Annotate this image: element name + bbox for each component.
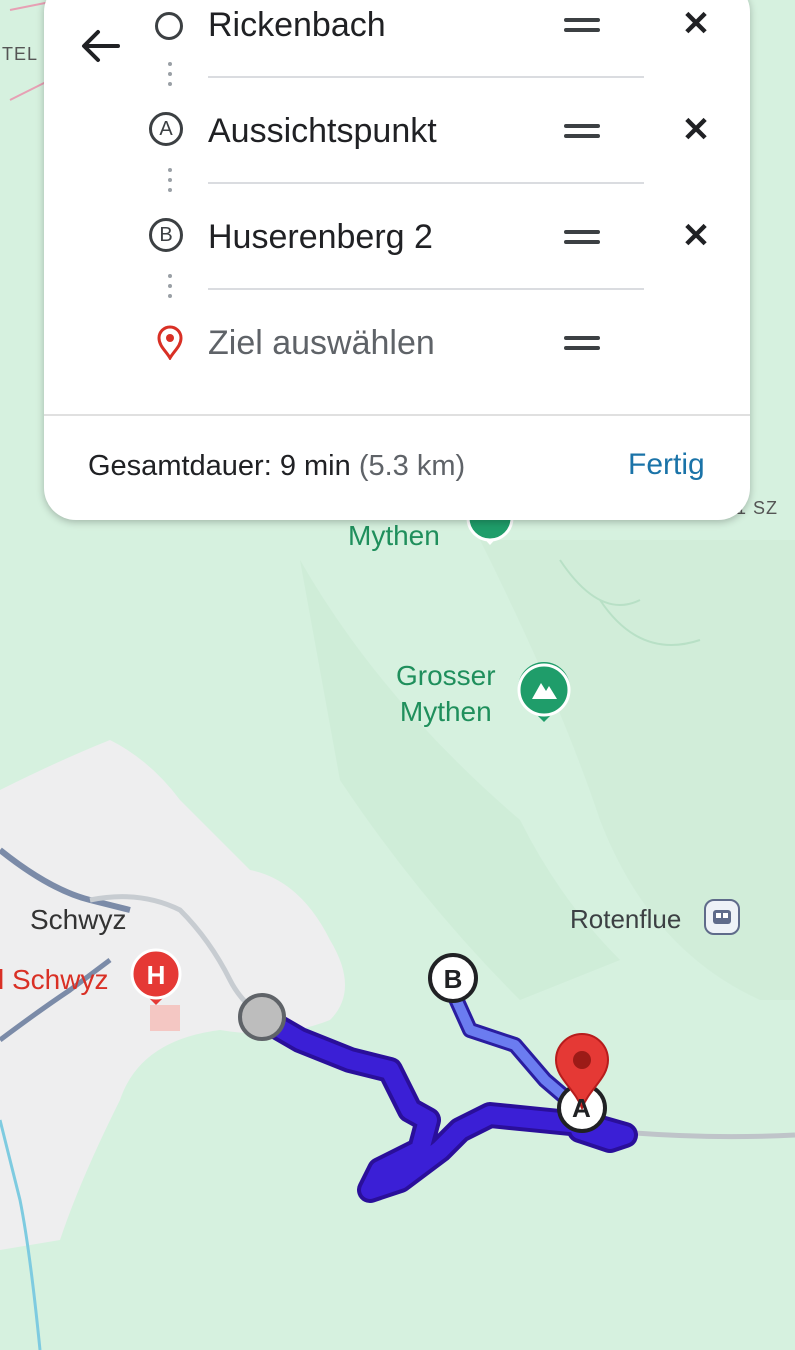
waypoint-b-icon: B: [149, 218, 183, 252]
map-label-hospital[interactable]: l Schwyz: [0, 964, 108, 996]
waypoint-a-icon: A: [149, 112, 183, 146]
route-start-marker: [238, 993, 286, 1041]
total-label: Gesamtdauer:: [88, 450, 272, 482]
route-stop-row[interactable]: Rickenbach ✕: [44, 0, 750, 106]
total-time: 9 min: [279, 450, 351, 482]
route-stop-input[interactable]: Aussichtspunkt: [208, 112, 437, 151]
drag-handle-icon[interactable]: [564, 18, 600, 32]
total-duration: Gesamtdauer: 9 min (5.3 km): [88, 450, 465, 483]
divider: [208, 182, 644, 184]
drag-handle-icon[interactable]: [564, 336, 600, 350]
footer-divider: [44, 414, 750, 416]
map-label-edge: TEL: [2, 44, 39, 64]
cable-car-icon: [704, 899, 740, 935]
destination-input[interactable]: Ziel auswählen: [208, 324, 435, 363]
destination-row[interactable]: Ziel auswählen: [44, 318, 750, 424]
route-connector-dots: [168, 168, 172, 198]
total-distance: (5.3 km): [358, 450, 466, 482]
hospital-grounds: [150, 1005, 180, 1031]
remove-stop-icon[interactable]: ✕: [676, 110, 716, 150]
map-label-line: Grosser: [396, 660, 496, 691]
route-panel: Rickenbach ✕ A Aussichtspunkt ✕ B Husere…: [44, 0, 750, 520]
waypoint-a-letter: A: [572, 1093, 591, 1123]
map-label-line: Mythen: [399, 696, 492, 727]
map-label-rotenflue[interactable]: Rotenflue: [570, 904, 681, 935]
route-stop-input[interactable]: Huserenberg 2: [208, 218, 433, 257]
hospital-letter: H: [147, 960, 166, 990]
route-connector-dots: [168, 62, 172, 92]
start-circle-icon: [155, 12, 183, 40]
route-stop-input[interactable]: Rickenbach: [208, 6, 386, 45]
done-button[interactable]: Fertig: [628, 448, 705, 482]
remove-stop-icon[interactable]: ✕: [676, 4, 716, 44]
remove-stop-icon[interactable]: ✕: [676, 216, 716, 256]
drag-handle-icon[interactable]: [564, 230, 600, 244]
route-stop-row[interactable]: B Huserenberg 2 ✕: [44, 212, 750, 318]
route-stop-row[interactable]: A Aussichtspunkt ✕: [44, 106, 750, 212]
divider: [208, 76, 644, 78]
route-connector-dots: [168, 274, 172, 304]
drag-handle-icon[interactable]: [564, 124, 600, 138]
map-label-mythen[interactable]: Mythen: [348, 518, 440, 554]
waypoint-b-letter: B: [444, 964, 463, 994]
map-label-schwyz[interactable]: Schwyz: [30, 904, 126, 936]
map-label-grosser-mythen[interactable]: Grosser Mythen: [396, 658, 496, 730]
divider: [208, 288, 644, 290]
location-pin-icon: [157, 325, 183, 360]
